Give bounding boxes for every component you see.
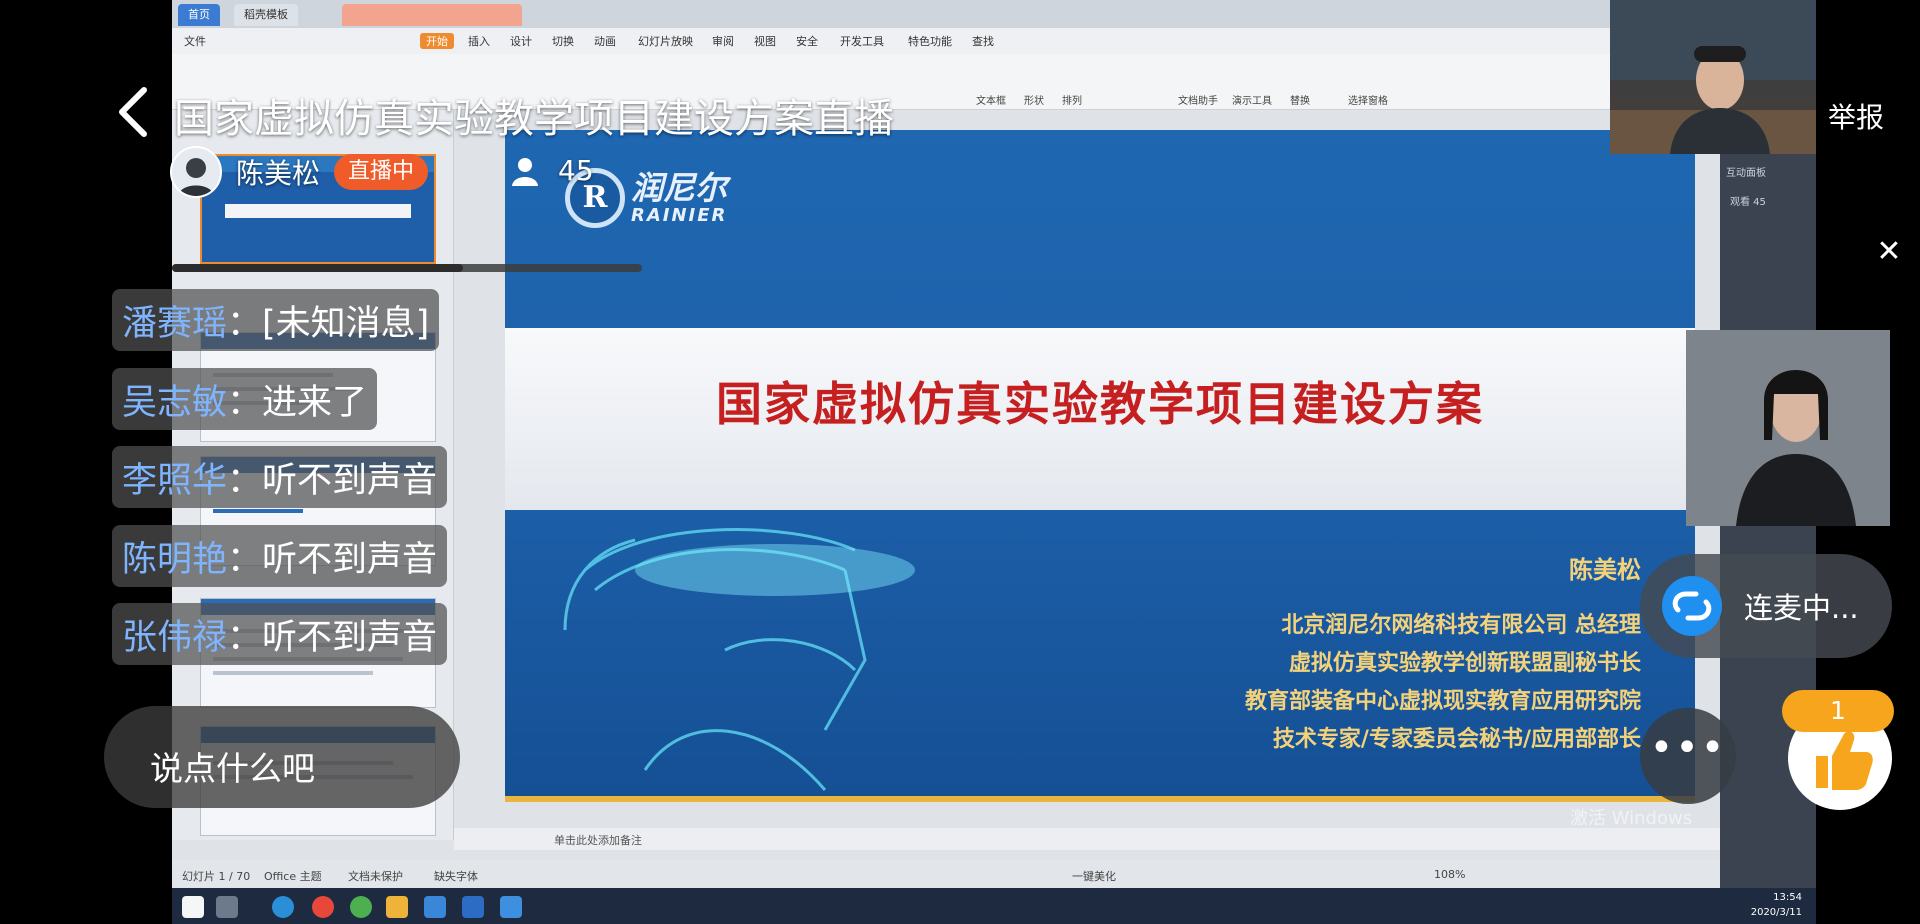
viewer-count-value: 45 bbox=[558, 154, 594, 187]
viewer-count: 45 bbox=[510, 154, 594, 187]
presenter-line: 虚拟仿真实验教学创新联盟副秘书长 bbox=[1288, 651, 1641, 676]
comment-input[interactable]: 说点什么吧 bbox=[104, 706, 460, 808]
chat-user: 张伟禄 bbox=[122, 617, 228, 658]
slide-footer-bar bbox=[505, 796, 1695, 802]
menu-animation[interactable]: 动画 bbox=[594, 33, 616, 49]
wps-tab-bar: 首页 稻壳模板 bbox=[172, 0, 1816, 28]
playback-progress[interactable] bbox=[172, 264, 642, 272]
chat-text: ：听不到声音 bbox=[227, 460, 438, 501]
taskbar-app-icon[interactable] bbox=[500, 896, 522, 918]
avatar[interactable] bbox=[170, 146, 222, 198]
taskbar-app-icon[interactable] bbox=[462, 896, 484, 918]
taskbar-app-icon[interactable] bbox=[424, 896, 446, 918]
slide-title: 国家虚拟仿真实验教学项目建设方案 bbox=[716, 377, 1484, 431]
presenter-name: 陈美松 bbox=[1569, 556, 1641, 584]
presenter-camera bbox=[1610, 0, 1816, 154]
menu-insert[interactable]: 插入 bbox=[468, 33, 490, 49]
playback-progress-fill bbox=[172, 264, 464, 272]
menu-features[interactable]: 特色功能 bbox=[908, 33, 952, 49]
chat-user: 李照华 bbox=[122, 460, 228, 501]
status-font-missing[interactable]: 缺失字体 bbox=[434, 868, 478, 884]
taskbar-app-icon[interactable] bbox=[350, 896, 372, 918]
menu-home[interactable]: 开始 bbox=[420, 33, 454, 49]
panel-title: 互动面板 bbox=[1726, 168, 1766, 179]
live-stream-screen: 首页 稻壳模板 文件 开始 插入 设计 切换 动画 幻灯片放映 审阅 视图 安全… bbox=[0, 0, 1920, 924]
chat-text: ：听不到声音 bbox=[227, 539, 438, 580]
folder-icon[interactable] bbox=[386, 896, 408, 918]
ribbon-textbox[interactable]: 文本框 bbox=[976, 92, 1006, 107]
brand-name-en: RAINIER bbox=[631, 204, 728, 226]
chat-user: 吴志敏 bbox=[122, 382, 228, 423]
wps-tab-document[interactable] bbox=[342, 4, 522, 26]
menu-design[interactable]: 设计 bbox=[510, 33, 532, 49]
system-clock: 13:54 2020/3/11 bbox=[1750, 892, 1802, 918]
ribbon-shape[interactable]: 形状 bbox=[1024, 92, 1044, 107]
chat-message: 李照华 ：听不到声音 bbox=[112, 446, 448, 508]
link-mic-button[interactable]: 连麦中... bbox=[1640, 554, 1892, 658]
menu-developer[interactable]: 开发工具 bbox=[840, 33, 884, 49]
brand-name-cn: 润尼尔 bbox=[631, 168, 728, 207]
chat-text: ：[未知消息] bbox=[227, 303, 430, 344]
taskbar-app-icon[interactable] bbox=[216, 896, 238, 918]
wps-menu-bar: 文件 开始 插入 设计 切换 动画 幻灯片放映 审阅 视图 安全 开发工具 特色… bbox=[172, 28, 1816, 54]
status-beautify[interactable]: 一键美化 bbox=[1072, 868, 1116, 884]
host-info[interactable]: 陈美松 直播中 bbox=[170, 146, 429, 198]
menu-security[interactable]: 安全 bbox=[796, 33, 818, 49]
edge-icon[interactable] bbox=[272, 896, 294, 918]
presenter-line: 技术专家/专家委员会秘书/应用部部长 bbox=[1272, 727, 1641, 752]
windows-start-icon[interactable] bbox=[182, 896, 204, 918]
windows-taskbar: 13:54 2020/3/11 bbox=[172, 888, 1816, 924]
presenter-line: 教育部装备中心虚拟现实教育应用研究院 bbox=[1244, 689, 1641, 714]
menu-review[interactable]: 审阅 bbox=[712, 33, 734, 49]
ribbon-arrange[interactable]: 排列 bbox=[1062, 92, 1082, 107]
chat-message: 陈明艳 ：听不到声音 bbox=[112, 525, 448, 587]
chat-text: ：进来了 bbox=[227, 382, 368, 423]
person-icon bbox=[512, 157, 538, 186]
menu-view[interactable]: 视图 bbox=[754, 33, 776, 49]
menu-transition[interactable]: 切换 bbox=[552, 33, 574, 49]
presenter-info: 陈美松 北京润尼尔网络科技有限公司 总经理 虚拟仿真实验教学创新联盟副秘书长 教… bbox=[1245, 550, 1641, 759]
wps-tab-templates[interactable]: 稻壳模板 bbox=[234, 4, 298, 26]
wps-tab-home[interactable]: 首页 bbox=[178, 4, 220, 26]
close-icon[interactable]: ✕ bbox=[1874, 237, 1904, 268]
guest-camera bbox=[1686, 330, 1890, 526]
wps-status-bar: 幻灯片 1 / 70 Office 主题 文档未保护 缺失字体 一键美化 108… bbox=[172, 860, 1816, 888]
stream-title: 国家虚拟仿真实验教学项目建设方案直播 bbox=[174, 96, 894, 142]
notes-area[interactable]: 单击此处添加备注 bbox=[454, 828, 1816, 850]
more-icon: ••• bbox=[1649, 725, 1727, 771]
back-button[interactable] bbox=[110, 84, 154, 140]
host-name: 陈美松 bbox=[236, 157, 321, 190]
chat-message: 张伟禄 ：听不到声音 bbox=[112, 603, 448, 665]
menu-find[interactable]: 查找 bbox=[972, 33, 994, 49]
menu-slideshow[interactable]: 幻灯片放映 bbox=[638, 33, 693, 49]
chevron-left-icon bbox=[119, 87, 147, 137]
panel-viewers: 观看 45 bbox=[1730, 197, 1766, 208]
chat-message: 吴志敏 ：进来了 bbox=[112, 368, 378, 430]
presenter-line: 北京润尼尔网络科技有限公司 总经理 bbox=[1281, 613, 1641, 638]
chrome-icon[interactable] bbox=[312, 896, 334, 918]
ribbon-doc-assistant[interactable]: 文档助手 bbox=[1178, 92, 1218, 107]
live-status-badge: 直播中 bbox=[334, 154, 429, 190]
more-button[interactable]: ••• bbox=[1640, 708, 1736, 804]
presentation-slide: 国家虚拟仿真实验教学项目建设方案 R 润尼尔 RAINIER 陈美松 北京润尼尔… bbox=[505, 130, 1695, 802]
status-slide-index: 幻灯片 1 / 70 bbox=[182, 870, 251, 883]
menu-file[interactable]: 文件 bbox=[184, 33, 206, 49]
status-theme: Office 主题 bbox=[264, 870, 322, 883]
status-zoom[interactable]: 108% bbox=[1434, 868, 1465, 881]
link-mic-icon bbox=[1662, 576, 1722, 636]
chat-user: 潘赛瑶 bbox=[122, 303, 228, 344]
chat-text: ：听不到声音 bbox=[227, 617, 438, 658]
link-mic-label: 连麦中... bbox=[1744, 591, 1859, 625]
report-button[interactable]: 举报 bbox=[1828, 96, 1884, 136]
status-protect[interactable]: 文档未保护 bbox=[348, 868, 403, 884]
ribbon-present-tools[interactable]: 演示工具 bbox=[1232, 92, 1272, 107]
vr-headset-illustration bbox=[563, 528, 915, 791]
windows-activation-watermark: 激活 Windows bbox=[1570, 808, 1693, 829]
chat-user: 陈明艳 bbox=[122, 539, 228, 580]
ribbon-replace[interactable]: 替换 bbox=[1290, 92, 1310, 107]
chat-message: 潘赛瑶 ：[未知消息] bbox=[112, 289, 440, 351]
like-count-badge: 1 bbox=[1782, 690, 1894, 732]
ribbon-select-pane[interactable]: 选择窗格 bbox=[1348, 92, 1388, 107]
